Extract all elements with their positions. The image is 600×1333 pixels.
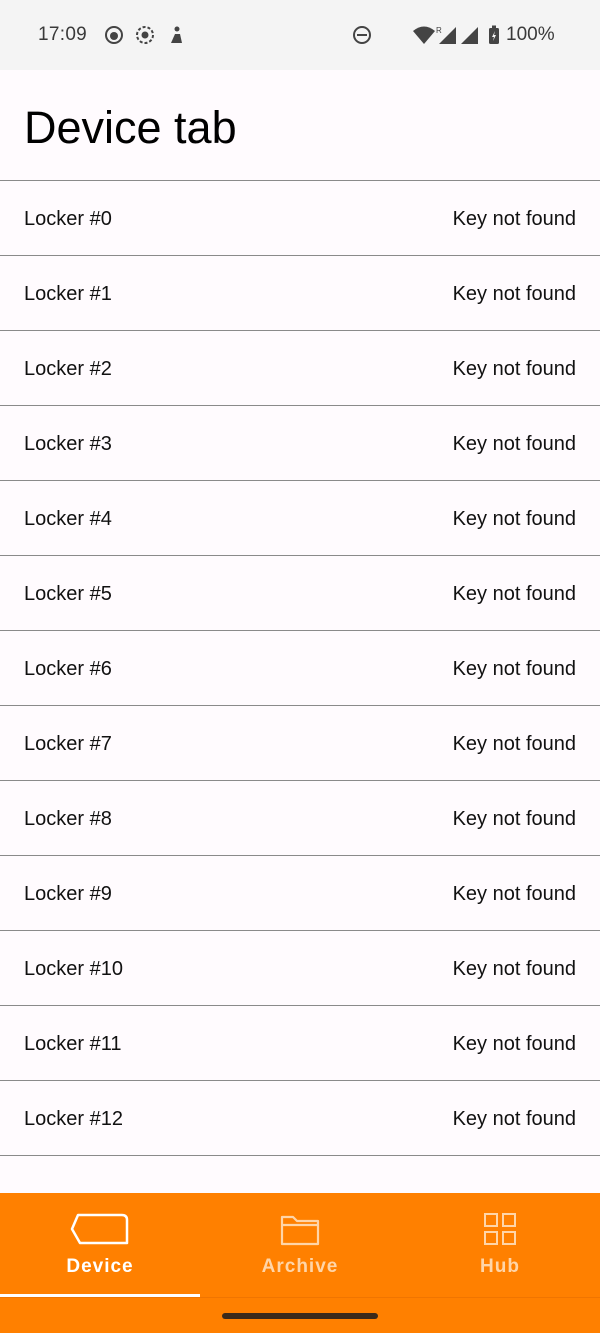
locker-row[interactable]: Locker #8 Key not found: [0, 781, 600, 856]
locker-name: Locker #10: [24, 958, 123, 980]
locker-list[interactable]: Locker #0 Key not found Locker #1 Key no…: [0, 180, 600, 1194]
nav-tab-archive[interactable]: Archive: [200, 1193, 400, 1297]
gesture-handle[interactable]: [222, 1313, 378, 1319]
locker-row[interactable]: Locker #9 Key not found: [0, 856, 600, 931]
nav-tab-device[interactable]: Device: [0, 1193, 200, 1297]
locker-row[interactable]: Locker #7 Key not found: [0, 706, 600, 781]
nav-label-device: Device: [66, 1256, 134, 1277]
locker-row[interactable]: Locker #1 Key not found: [0, 256, 600, 331]
locker-name: Locker #12: [24, 1108, 123, 1130]
do-not-disturb-icon: [353, 26, 371, 44]
locker-name: Locker #2: [24, 358, 112, 380]
locker-name: Locker #7: [24, 733, 112, 755]
battery-icon: [489, 25, 499, 44]
locker-row[interactable]: Locker #3 Key not found: [0, 406, 600, 481]
key-status: Key not found: [452, 1108, 576, 1130]
locker-row[interactable]: Locker #6 Key not found: [0, 631, 600, 706]
locker-row[interactable]: Locker #5 Key not found: [0, 556, 600, 631]
locker-row[interactable]: Locker #0 Key not found: [0, 181, 600, 256]
key-status: Key not found: [452, 883, 576, 905]
status-time: 17:09: [38, 24, 88, 45]
locker-row[interactable]: Locker #10 Key not found: [0, 931, 600, 1006]
folder-icon: [280, 1215, 320, 1246]
page-title: Device tab: [24, 102, 237, 153]
locker-name: Locker #11: [24, 1033, 122, 1055]
locker-row[interactable]: Locker #12 Key not found: [0, 1081, 600, 1156]
screen-record-icon: [136, 26, 154, 44]
battery-percentage: 100%: [506, 24, 555, 45]
signal-icon: [461, 27, 478, 44]
locker-name: Locker #6: [24, 658, 112, 680]
device-icon: [70, 1213, 129, 1245]
wifi-icon: [413, 26, 435, 44]
key-status: Key not found: [452, 508, 576, 530]
locker-name: Locker #4: [24, 508, 112, 530]
svg-text:R: R: [436, 26, 442, 35]
key-status: Key not found: [452, 658, 576, 680]
nav-divider: [0, 1297, 600, 1298]
locker-row[interactable]: Locker #4 Key not found: [0, 481, 600, 556]
github-icon: [105, 26, 123, 44]
locker-name: Locker #3: [24, 433, 112, 455]
key-status: Key not found: [452, 358, 576, 380]
locker-row[interactable]: Locker #2 Key not found: [0, 331, 600, 406]
bottom-navigation: Device Archive Hub: [0, 1193, 600, 1333]
header: Device tab: [0, 70, 600, 180]
nav-label-hub: Hub: [480, 1256, 520, 1277]
key-status: Key not found: [452, 808, 576, 830]
locker-name: Locker #9: [24, 883, 112, 905]
key-status: Key not found: [452, 208, 576, 230]
grid-icon: [484, 1213, 516, 1245]
nav-tab-hub[interactable]: Hub: [400, 1193, 600, 1297]
locker-name: Locker #0: [24, 208, 112, 230]
key-status: Key not found: [452, 283, 576, 305]
key-status: Key not found: [452, 583, 576, 605]
accessibility-icon: [171, 26, 182, 43]
signal-icon: R: [436, 26, 456, 44]
key-status: Key not found: [452, 433, 576, 455]
nav-label-archive: Archive: [261, 1256, 339, 1277]
status-bar: 17:09 R 100%: [0, 0, 600, 70]
locker-row[interactable]: Locker #11 Key not found: [0, 1006, 600, 1081]
key-status: Key not found: [452, 958, 576, 980]
locker-name: Locker #8: [24, 808, 112, 830]
locker-name: Locker #5: [24, 583, 112, 605]
key-status: Key not found: [452, 733, 576, 755]
locker-name: Locker #1: [24, 283, 112, 305]
key-status: Key not found: [452, 1033, 576, 1055]
